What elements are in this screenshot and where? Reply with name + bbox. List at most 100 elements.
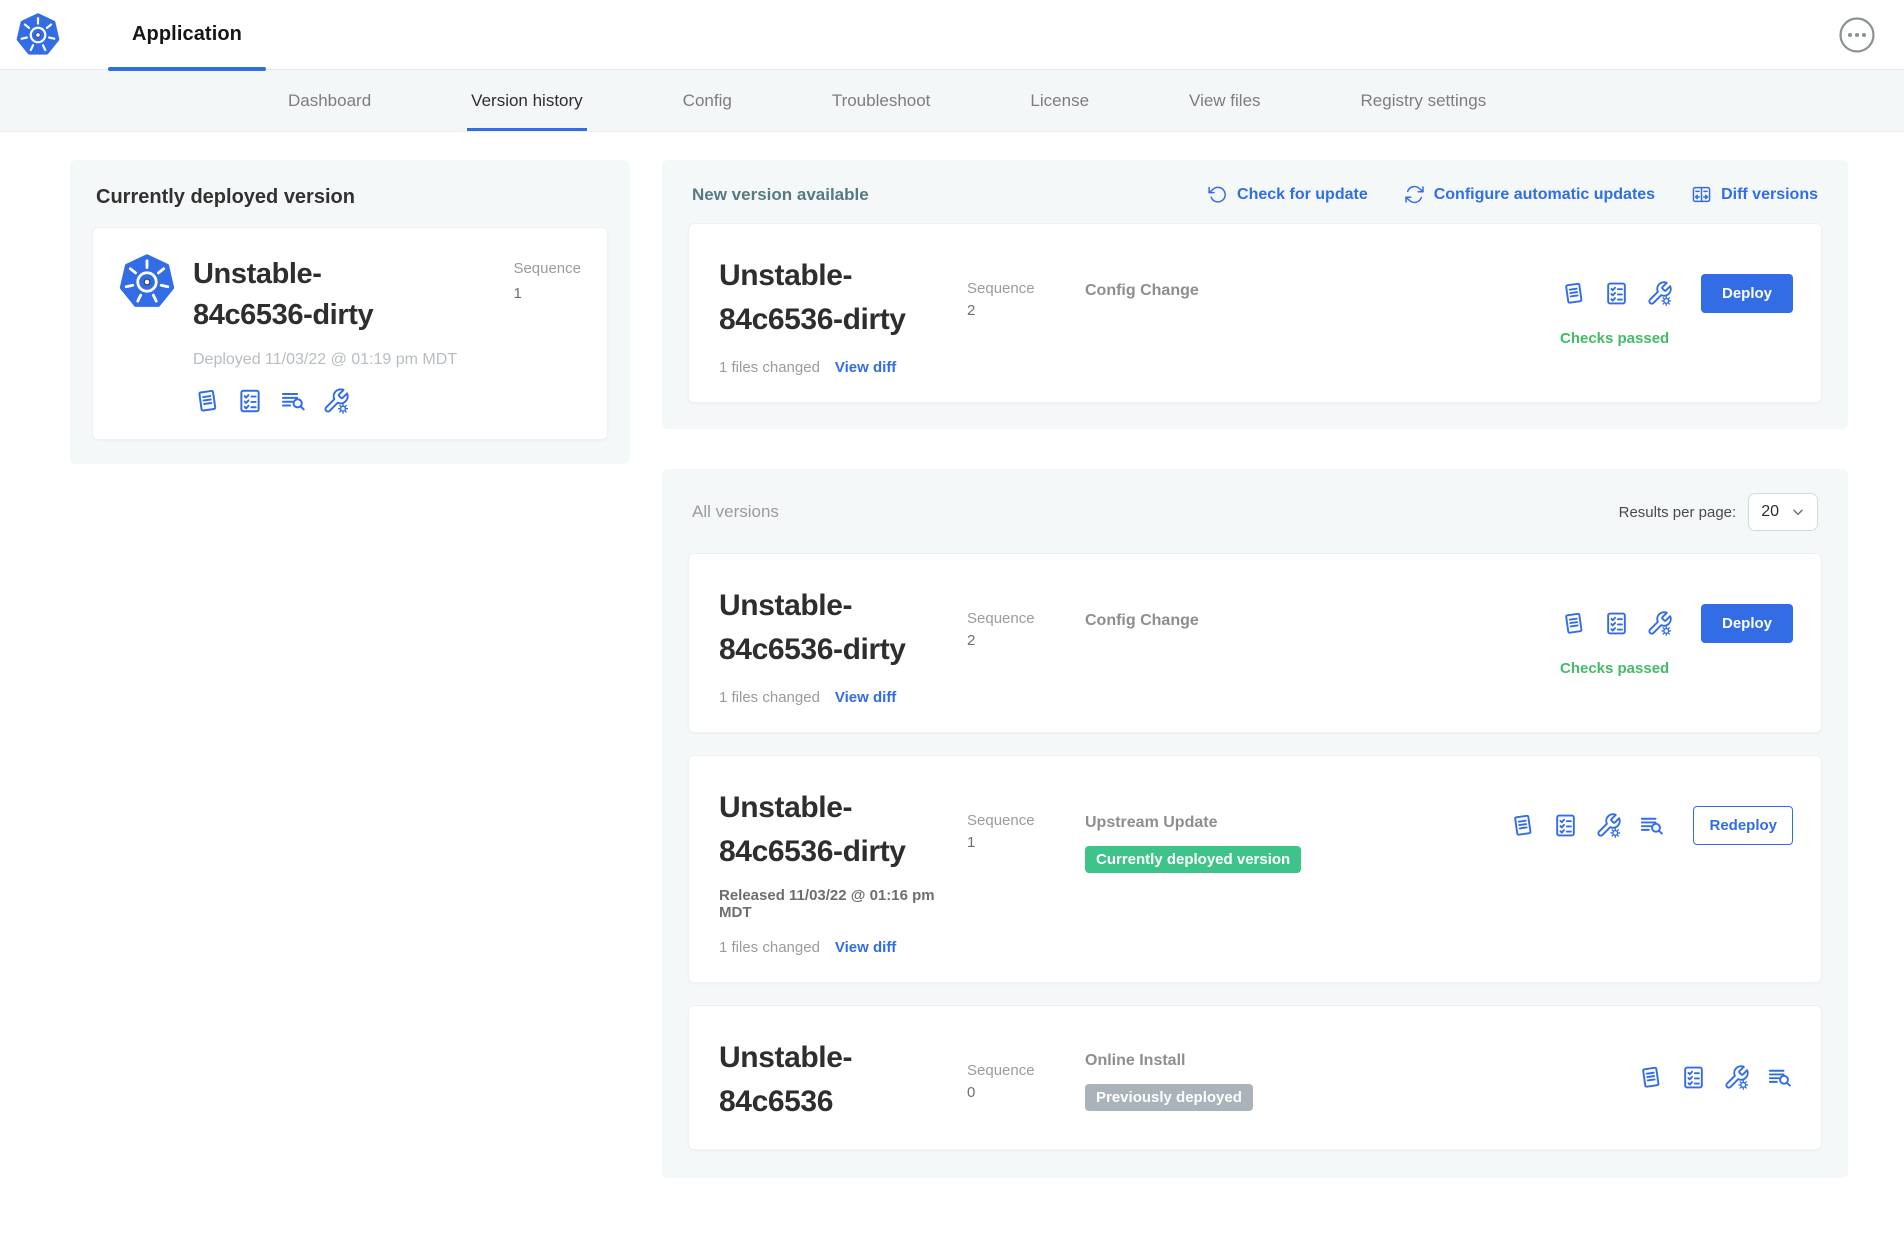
version-title: Unstable-84c6536-dirty [719, 584, 939, 671]
diff-versions-link[interactable]: Diff versions [1691, 184, 1818, 205]
tab-troubleshoot[interactable]: Troubleshoot [832, 70, 931, 131]
version-sequence: Sequence 2 [967, 254, 1085, 376]
deployed-timestamp: Deployed 11/03/22 @ 01:19 pm MDT [193, 351, 581, 369]
source-label: Config Change [1085, 612, 1560, 630]
auto-update-icon [1404, 184, 1425, 205]
status-badge: Previously deployed [1085, 1084, 1253, 1111]
status-badge: Currently deployed version [1085, 846, 1301, 873]
tab-license[interactable]: License [1030, 70, 1089, 131]
version-sequence: Sequence 0 [967, 1036, 1085, 1123]
new-version-header-actions: Check for update Configure automatic upd… [1207, 184, 1818, 205]
tab-registry-settings[interactable]: Registry settings [1361, 70, 1487, 131]
release-notes-icon[interactable] [1637, 1064, 1664, 1091]
version-sequence: Sequence 1 [967, 786, 1085, 956]
deployed-card-body: Unstable-84c6536-dirty Sequence 1 Deploy… [193, 254, 581, 415]
release-notes-icon[interactable] [193, 387, 221, 415]
app-kubernetes-icon [119, 254, 175, 310]
results-per-page-label: Results per page: [1619, 504, 1737, 521]
version-row: Unstable-84c6536-dirty Released 11/03/22… [688, 755, 1822, 983]
config-icon[interactable] [1723, 1064, 1750, 1091]
checks-status: Checks passed [1560, 660, 1669, 677]
view-diff-link[interactable]: View diff [835, 939, 896, 956]
currently-deployed-panel: Currently deployed version Unstable-84c6… [70, 160, 630, 464]
version-row: Unstable-84c6536 Sequence 0 Online Insta… [688, 1005, 1822, 1150]
results-per-page-select[interactable]: 20 [1748, 493, 1818, 531]
files-changed-text: 1 files changed [719, 939, 820, 956]
version-actions [1637, 1036, 1793, 1123]
redeploy-button[interactable]: Redeploy [1693, 806, 1793, 845]
preflight-checks-icon[interactable] [1552, 812, 1579, 839]
version-info: Unstable-84c6536-dirty 1 files changed V… [719, 584, 967, 706]
sequence-label: Sequence [967, 610, 1035, 627]
tab-config[interactable]: Config [683, 70, 732, 131]
version-title: Unstable-84c6536-dirty [719, 254, 939, 341]
config-icon[interactable] [1646, 280, 1673, 307]
deployed-actions [193, 387, 581, 415]
sequence-value: 0 [967, 1084, 1085, 1101]
deploy-button[interactable]: Deploy [1701, 604, 1793, 643]
preflight-checks-icon[interactable] [1603, 610, 1630, 637]
version-actions: Deploy Checks passed [1560, 584, 1793, 706]
preflight-checks-icon[interactable] [1603, 280, 1630, 307]
checks-status: Checks passed [1560, 330, 1669, 347]
main-content: Currently deployed version Unstable-84c6… [0, 132, 1904, 1178]
version-actions: Redeploy [1509, 786, 1793, 956]
overflow-menu-button[interactable] [1838, 15, 1878, 55]
app-title-tab[interactable]: Application [108, 0, 266, 69]
version-source: Online Install Previously deployed [1085, 1036, 1637, 1123]
config-icon[interactable] [1646, 610, 1673, 637]
version-source: Config Change [1085, 584, 1560, 706]
files-changed-text: 1 files changed [719, 359, 820, 376]
configure-automatic-updates-label: Configure automatic updates [1434, 186, 1655, 204]
tab-dashboard[interactable]: Dashboard [288, 70, 371, 131]
config-icon[interactable] [1595, 812, 1622, 839]
deployed-sequence: Sequence 1 [513, 254, 581, 335]
preflight-checks-icon[interactable] [236, 387, 264, 415]
version-actions: Deploy Checks passed [1560, 254, 1793, 376]
configure-automatic-updates-link[interactable]: Configure automatic updates [1404, 184, 1655, 205]
check-for-update-link[interactable]: Check for update [1207, 184, 1368, 205]
deploy-button[interactable]: Deploy [1701, 274, 1793, 313]
refresh-icon [1207, 184, 1228, 205]
files-changed-text: 1 files changed [719, 689, 820, 706]
version-title: Unstable-84c6536-dirty [719, 786, 939, 873]
version-title: Unstable-84c6536 [719, 1036, 939, 1123]
sequence-value: 1 [513, 285, 581, 302]
sequence-label: Sequence [967, 280, 1035, 297]
config-icon[interactable] [322, 387, 350, 415]
tab-view-files[interactable]: View files [1189, 70, 1261, 131]
currently-deployed-heading: Currently deployed version [96, 186, 604, 209]
diff-versions-label: Diff versions [1721, 186, 1818, 204]
version-source: Config Change [1085, 254, 1560, 376]
release-notes-icon[interactable] [1560, 610, 1587, 637]
new-version-card: Unstable-84c6536-dirty 1 files changed V… [688, 223, 1822, 403]
sequence-value: 1 [967, 834, 1085, 851]
sequence-label: Sequence [513, 260, 581, 277]
version-info: Unstable-84c6536-dirty Released 11/03/22… [719, 786, 967, 956]
new-version-panel: New version available Check for update C… [662, 160, 1848, 429]
deploy-logs-icon[interactable] [279, 387, 307, 415]
deployed-version-title: Unstable-84c6536-dirty [193, 254, 418, 335]
version-info: Unstable-84c6536 [719, 1036, 967, 1123]
app-header: Application [0, 0, 1904, 70]
deploy-logs-icon[interactable] [1766, 1064, 1793, 1091]
preflight-checks-icon[interactable] [1680, 1064, 1707, 1091]
view-diff-link[interactable]: View diff [835, 689, 896, 706]
sequence-label: Sequence [967, 1062, 1035, 1079]
release-notes-icon[interactable] [1509, 812, 1536, 839]
sequence-value: 2 [967, 302, 1085, 319]
version-sequence: Sequence 2 [967, 584, 1085, 706]
release-notes-icon[interactable] [1560, 280, 1587, 307]
version-info: Unstable-84c6536-dirty 1 files changed V… [719, 254, 967, 376]
ellipsis-menu-icon [1838, 16, 1876, 54]
results-per-page-value: 20 [1761, 503, 1779, 521]
app-title: Application [132, 23, 242, 46]
source-label: Online Install [1085, 1052, 1637, 1070]
right-column: New version available Check for update C… [662, 160, 1848, 1178]
currently-deployed-card: Unstable-84c6536-dirty Sequence 1 Deploy… [92, 227, 608, 440]
deploy-logs-icon[interactable] [1638, 812, 1665, 839]
view-diff-link[interactable]: View diff [835, 359, 896, 376]
all-versions-heading: All versions [692, 502, 779, 522]
new-version-heading: New version available [692, 185, 869, 205]
tab-version-history[interactable]: Version history [471, 70, 583, 131]
